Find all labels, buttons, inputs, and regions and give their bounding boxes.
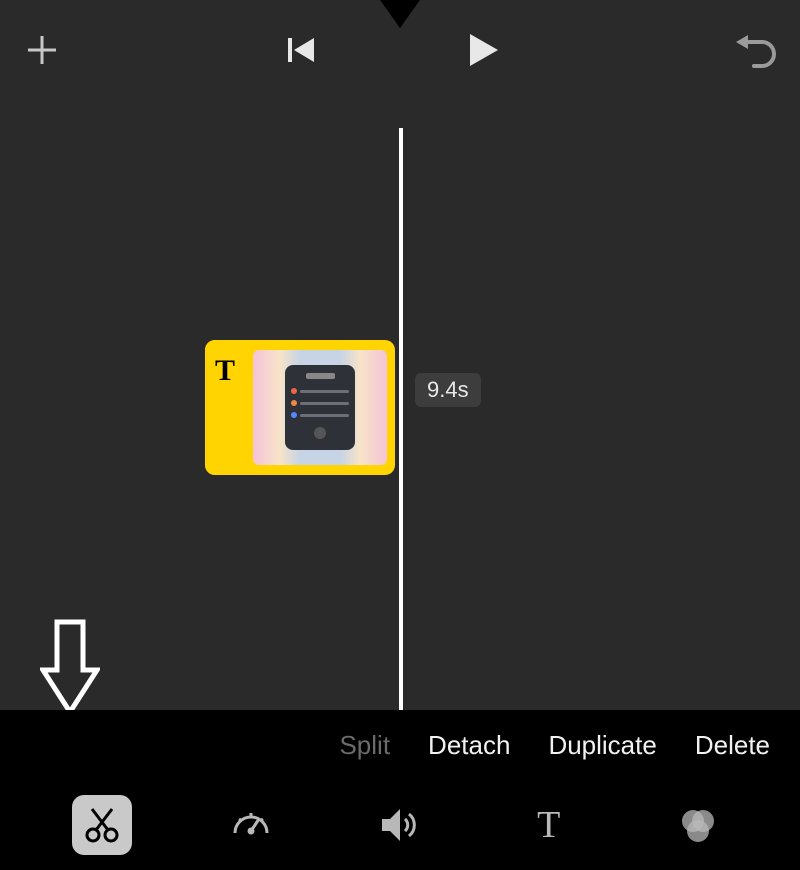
undo-icon	[732, 28, 776, 72]
timeline[interactable]: T	[0, 90, 800, 710]
skip-start-icon	[284, 32, 320, 68]
speedometer-icon	[229, 803, 273, 847]
clip-duration-value: 9.4s	[427, 377, 469, 402]
volume-tool-button[interactable]	[370, 795, 430, 855]
skip-to-start-button[interactable]	[280, 28, 324, 72]
clip-actions-bar: Split Detach Duplicate Delete	[0, 710, 800, 780]
filters-tool-button[interactable]	[668, 795, 728, 855]
title-glyph: T	[215, 354, 235, 388]
playhead-marker	[380, 0, 420, 28]
duplicate-action[interactable]: Duplicate	[548, 730, 656, 761]
clip-thumbnail	[253, 350, 387, 465]
detach-action[interactable]: Detach	[428, 730, 510, 761]
play-button[interactable]	[460, 28, 504, 72]
text-tool-button[interactable]: T	[519, 795, 579, 855]
speed-tool-button[interactable]	[221, 795, 281, 855]
tool-bar: T	[0, 780, 800, 870]
playhead-line[interactable]	[399, 128, 403, 732]
top-toolbar	[0, 0, 800, 90]
play-icon	[462, 30, 502, 70]
split-action[interactable]: Split	[339, 730, 390, 761]
text-icon: T	[537, 803, 560, 847]
undo-button[interactable]	[732, 28, 776, 72]
add-media-button[interactable]	[20, 28, 64, 72]
scissors-icon	[82, 805, 122, 845]
tutorial-arrow-icon	[40, 618, 100, 718]
clip-duration-badge: 9.4s	[415, 373, 481, 407]
volume-icon	[378, 803, 422, 847]
clip-title-overlay: T	[205, 340, 253, 475]
delete-action[interactable]: Delete	[695, 730, 770, 761]
trim-tool-button[interactable]	[72, 795, 132, 855]
add-icon	[22, 30, 62, 70]
video-clip[interactable]: T	[205, 340, 395, 475]
filters-icon	[676, 803, 720, 847]
